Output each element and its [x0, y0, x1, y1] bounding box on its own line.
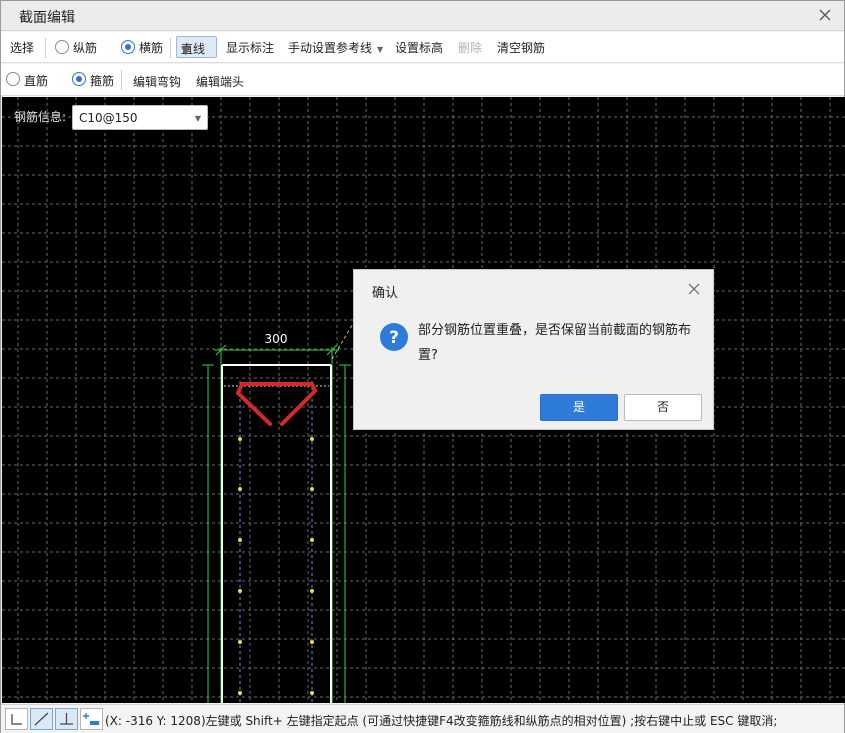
rebar-points — [238, 437, 314, 695]
status-bar: (X: -316 Y: 1208)左键或 Shift+ 左键指定起点 (可通过快… — [1, 704, 844, 733]
line-icon — [34, 712, 49, 726]
line-mode-button[interactable] — [30, 708, 53, 730]
toolbar-secondary: 直筋 箍筋 编辑弯钩 编辑端头 — [1, 64, 844, 96]
ortho-icon — [11, 714, 22, 725]
rebar-info-value: C10@150 — [79, 111, 138, 125]
chevron-down-icon: ▼ — [377, 45, 384, 54]
select-button[interactable]: 选择 — [10, 39, 34, 56]
clear-rebar-button[interactable]: 清空钢筋 — [497, 39, 545, 56]
dimension-lines — [202, 344, 351, 703]
straight-radio[interactable] — [6, 72, 20, 86]
edit-hook-button[interactable]: 编辑弯钩 — [133, 73, 181, 90]
rebar-point — [310, 437, 314, 441]
question-icon: ? — [380, 323, 408, 351]
rebar-point — [310, 640, 314, 644]
stirrup-shape — [235, 382, 318, 426]
toolbar-divider — [170, 38, 171, 58]
rebar-info-select[interactable]: C10@150 ▼ — [72, 105, 208, 130]
dialog-message: 部分钢筋位置重叠，是否保留当前截面的钢筋布置? — [418, 323, 692, 363]
chevron-down-icon: ▼ — [181, 43, 191, 57]
manual-ref-button[interactable]: 手动设置参考线 — [288, 39, 372, 56]
confirm-dialog: 确认 ? 部分钢筋位置重叠，是否保留当前截面的钢筋布置? 是 否 — [353, 269, 714, 430]
rebar-point — [238, 640, 242, 644]
rebar-point — [310, 487, 314, 491]
rebar-point — [238, 437, 242, 441]
leader-line — [331, 321, 355, 360]
rebar-point — [238, 589, 242, 593]
edit-end-button[interactable]: 编辑端头 — [196, 73, 244, 90]
status-text: (X: -316 Y: 1208)左键或 Shift+ 左键指定起点 (可通过快… — [105, 714, 778, 728]
close-icon[interactable] — [687, 282, 701, 296]
rebar-point — [238, 487, 242, 491]
transverse-label[interactable]: 横筋 — [139, 39, 163, 56]
rebar-point — [310, 589, 314, 593]
toolbar-primary: 选择 纵筋 横筋 直线 ▼ 显示标注 手动设置参考线 ▼ 设置标高 删除 清空钢… — [1, 32, 844, 63]
drawing-canvas[interactable]: 300 钢筋信息: C10@150 ▼ 确认 ? 部分钢筋位置重叠，是否保留当前… — [2, 97, 845, 703]
close-icon[interactable] — [816, 6, 834, 24]
rebar-point — [310, 538, 314, 542]
perpendicular-button[interactable] — [55, 708, 78, 730]
stirrup-radio[interactable] — [72, 72, 86, 86]
add-point-icon — [83, 713, 99, 725]
longitudinal-radio[interactable] — [55, 40, 69, 54]
section-outline — [221, 364, 332, 703]
perpendicular-icon — [60, 713, 73, 725]
rebar-point — [238, 538, 242, 542]
stirrup-label[interactable]: 箍筋 — [90, 72, 114, 89]
no-button[interactable]: 否 — [624, 394, 702, 421]
yes-button[interactable]: 是 — [540, 394, 618, 421]
dimension-label: 300 — [265, 332, 288, 346]
rebar-info-label: 钢筋信息: — [14, 110, 67, 124]
show-dims-button[interactable]: 显示标注 — [226, 39, 274, 56]
svg-text:?: ? — [389, 328, 399, 348]
title-bar: 截面编辑 — [1, 1, 844, 31]
set-elevation-button[interactable]: 设置标高 — [395, 39, 443, 56]
line-mode-dropdown[interactable]: 直线 ▼ — [176, 36, 217, 58]
dialog-title: 确认 — [372, 286, 399, 301]
window-title: 截面编辑 — [19, 10, 75, 26]
transverse-radio[interactable] — [121, 40, 135, 54]
toolbar-divider — [121, 70, 122, 90]
add-point-button[interactable] — [80, 708, 103, 730]
rebar-point — [238, 691, 242, 695]
straight-label[interactable]: 直筋 — [24, 72, 48, 89]
longitudinal-label[interactable]: 纵筋 — [73, 39, 97, 56]
toolbar-divider — [45, 38, 46, 58]
rebar-point — [310, 691, 314, 695]
delete-button[interactable]: 删除 — [458, 39, 482, 56]
chevron-down-icon: ▼ — [194, 114, 201, 123]
guide-lines — [239, 381, 313, 703]
ortho-mode-button[interactable] — [5, 708, 28, 730]
section-edit-window: 截面编辑 选择 纵筋 横筋 直线 ▼ 显示标注 手动设置参考线 ▼ 设置标高 删… — [0, 0, 845, 733]
